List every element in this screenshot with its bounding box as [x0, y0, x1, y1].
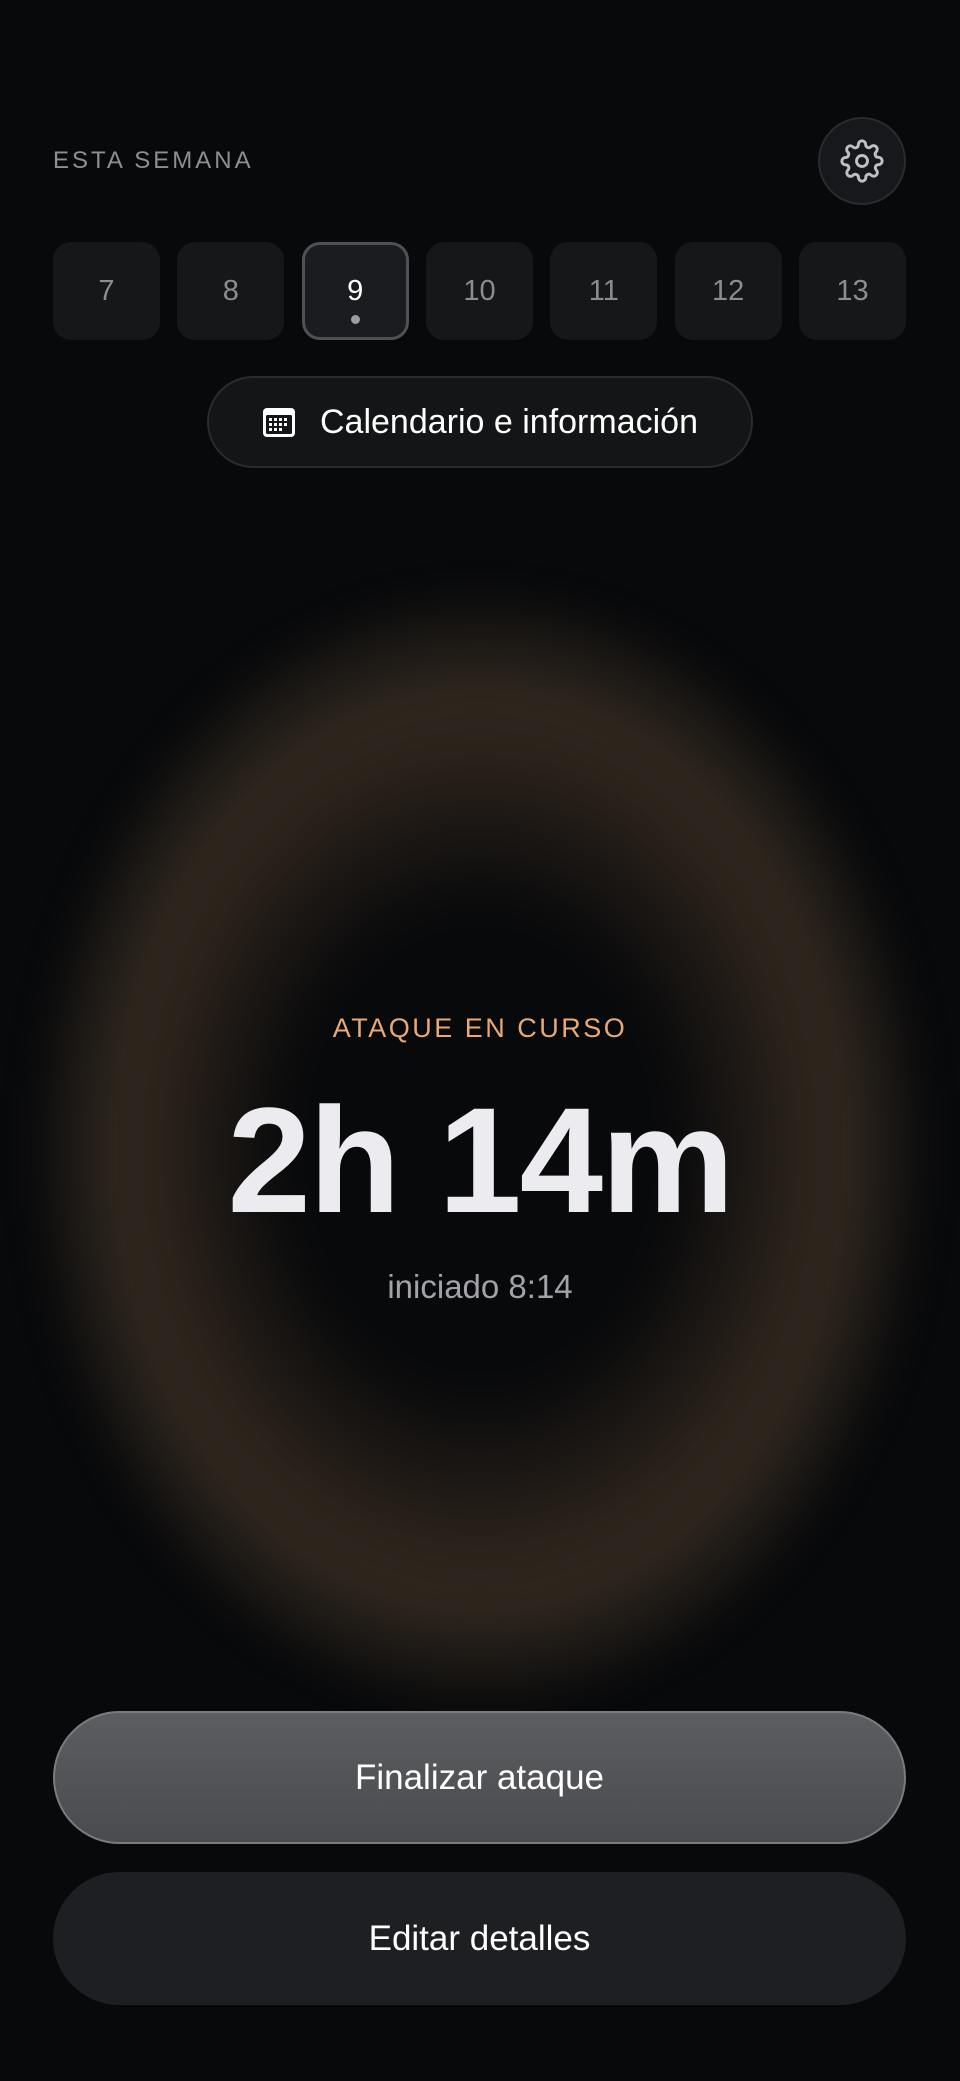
edit-details-label: Editar detalles: [368, 1918, 591, 1958]
attack-duration: 2h 14m: [227, 1076, 735, 1244]
gear-icon: [840, 139, 884, 183]
week-section-label: ESTA SEMANA: [53, 147, 254, 174]
day-number: 8: [222, 274, 239, 307]
day-number: 7: [98, 274, 115, 307]
calendar-icon: [263, 408, 295, 437]
event-dot: [350, 315, 360, 324]
settings-button[interactable]: [818, 117, 906, 205]
day-button-selected[interactable]: 9: [301, 242, 409, 340]
day-button[interactable]: 10: [425, 242, 533, 340]
day-number: 11: [588, 274, 619, 307]
day-number: 9: [347, 274, 364, 307]
day-number: 10: [463, 274, 496, 307]
end-attack-button[interactable]: Finalizar ataque: [53, 1711, 906, 1844]
day-number: 12: [712, 274, 745, 307]
attack-start-time: iniciado 8:14: [387, 1268, 573, 1305]
day-button[interactable]: 13: [798, 242, 906, 340]
day-button[interactable]: 7: [53, 242, 160, 340]
day-button[interactable]: 11: [550, 242, 658, 340]
attack-status-label: ATAQUE EN CURSO: [332, 1013, 628, 1043]
day-button[interactable]: 8: [177, 242, 285, 340]
end-attack-label: Finalizar ataque: [354, 1757, 605, 1797]
calendar-info-label: Calendario e información: [320, 402, 698, 441]
day-number: 13: [836, 274, 869, 307]
day-button[interactable]: 12: [674, 242, 782, 340]
edit-details-button[interactable]: Editar detalles: [53, 1872, 906, 2005]
calendar-info-button[interactable]: Calendario e información: [207, 376, 753, 468]
week-day-selector: 7 8 9 10 11 12 13: [53, 242, 906, 340]
